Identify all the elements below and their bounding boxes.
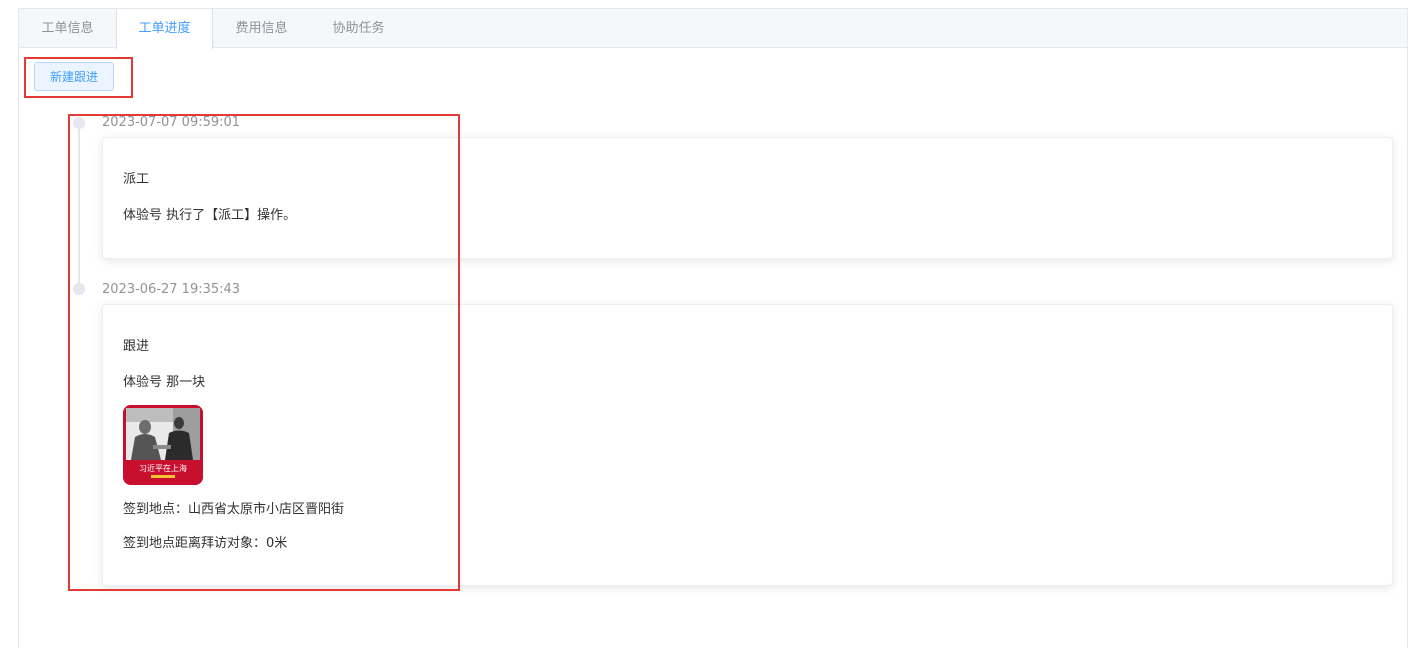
card-description: 体验号 那一块 <box>123 375 206 390</box>
timeline-card: 跟进 体验号 那一块 习近平在上海 签到地点：山西省太原市小店区晋阳街 签到地点… <box>102 304 1393 586</box>
timeline-card: 派工 体验号 执行了【派工】操作。 <box>102 137 1393 259</box>
tab-work-order-info[interactable]: 工单信息 <box>19 9 116 48</box>
tab-cost-info[interactable]: 费用信息 <box>213 9 310 48</box>
checkin-location: 签到地点：山西省太原市小店区晋阳街 <box>123 502 345 517</box>
attachment-thumbnail[interactable]: 习近平在上海 <box>123 405 203 485</box>
timeline-line <box>78 122 80 290</box>
tab-bar: 工单信息 工单进度 费用信息 协助任务 <box>19 9 1407 49</box>
tab-work-order-progress[interactable]: 工单进度 <box>116 9 213 49</box>
timeline-timestamp: 2023-06-27 19:35:43 <box>102 282 241 297</box>
tab-assist-tasks[interactable]: 协助任务 <box>310 9 407 48</box>
card-description: 体验号 执行了【派工】操作。 <box>123 208 297 223</box>
timeline-dot <box>73 117 85 129</box>
timeline-dot <box>73 283 85 295</box>
card-title: 跟进 <box>123 339 150 354</box>
book-cover-image: 习近平在上海 <box>123 405 203 485</box>
new-followup-button[interactable]: 新建跟进 <box>34 62 114 91</box>
checkin-distance: 签到地点距离拜访对象：0米 <box>123 536 288 551</box>
card-title: 派工 <box>123 172 150 187</box>
timeline-timestamp: 2023-07-07 09:59:01 <box>102 115 241 130</box>
cover-caption: 习近平在上海 <box>139 463 187 473</box>
